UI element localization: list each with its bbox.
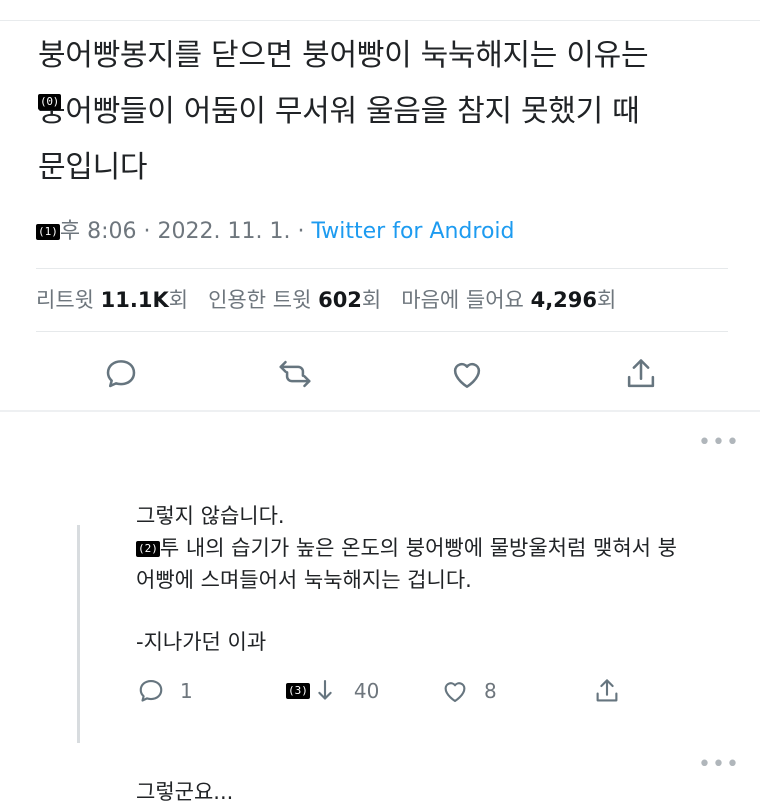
retweet-suffix: 회 [168,288,189,312]
reply-icon [106,360,136,388]
tweet-line: 붕어빵봉지를 닫으면 붕어빵이 눅눅해지는 이유는 [38,38,649,73]
reply-icon [139,679,163,702]
quote-suffix: 회 [361,288,382,312]
tweet-time: 후 8:06 [59,219,137,244]
tweet-line-text: 붕어빵들이 어둠이 무서워 울음을 참지 못했기 때 [38,94,640,129]
tweet-line: 문입니다 [38,150,148,185]
retweet-label: 리트윗 [36,288,94,312]
like-label: 마음에 들어요 [401,288,524,312]
reply-reply-button[interactable]: 1 [136,676,193,706]
quote-count: 602 [318,288,362,312]
tweet-stats: 리트윗 11.1K회 인용한 트윗 602회 마음에 들어요 4,296회 [36,284,616,314]
retweet-button[interactable] [276,355,314,393]
like-count: 8 [484,679,497,703]
section-divider [0,410,760,412]
share-icon [627,359,655,388]
tweet-date: 2022. 11. 1. [157,219,291,244]
meta-dot: · [143,219,158,244]
reply-line: (2)투 내의 습기가 높은 온도의 붕어빵에 물방울처럼 맺혀서 붕 [136,532,736,564]
tweet-line: (0) 붕어빵들이 어둠이 무서워 울음을 참지 못했기 때 [38,84,738,140]
retweet-count: 11.1K [100,288,169,312]
quotes-stat[interactable]: 인용한 트윗 602회 [208,288,381,312]
reply-count: 1 [180,679,193,703]
likes-stat[interactable]: 마음에 들어요 4,296회 [401,288,616,312]
reply-line: -지나가던 이과 [136,630,267,654]
like-button[interactable] [448,355,486,393]
like-suffix: 회 [597,288,617,312]
tweet-text: 붕어빵봉지를 닫으면 붕어빵이 눅눅해지는 이유는 (0) 붕어빵들이 어둠이 … [38,28,738,196]
like-icon [444,682,466,703]
meta-dot: · [297,219,312,244]
retweets-stat[interactable]: 리트윗 11.1K회 [36,288,188,312]
tweet-meta: (1)후 8:06 · 2022. 11. 1. · Twitter for A… [36,213,515,245]
retweet-icon [279,360,311,388]
reply-like-button[interactable]: 8 [440,676,497,706]
reply-text: 그렇지 않습니다. (2)투 내의 습기가 높은 온도의 붕어빵에 물방울처럼 … [136,500,736,658]
share-button[interactable] [622,355,660,393]
retweet-icon [318,679,332,700]
reply-button[interactable] [102,355,140,393]
reply-share-button[interactable] [592,676,622,706]
quote-label: 인용한 트윗 [208,288,312,312]
next-reply-text: 그렇군요... [136,780,234,804]
reply-retweet-button[interactable]: (3) 40 [286,676,379,706]
divider [36,268,728,269]
reply-line: 그렇지 않습니다. [136,504,285,528]
like-icon [453,362,481,388]
top-divider [0,20,760,21]
annotation-marker: (2) [136,541,160,557]
more-options-icon[interactable]: ••• [698,752,740,777]
more-options-icon[interactable]: ••• [698,430,740,455]
annotation-marker: (3) [286,683,310,699]
reply-spacer [136,596,736,626]
reply-line: 어빵에 스며들어서 눅눅해지는 겁니다. [136,568,472,592]
thread-line [77,525,80,743]
retweet-count: 40 [353,679,380,703]
source-link[interactable]: Twitter for Android [311,219,514,244]
annotation-marker: (0) [38,94,61,110]
divider [36,331,728,332]
like-count: 4,296 [530,288,598,312]
reply-line-text: 투 내의 습기가 높은 온도의 붕어빵에 물방울처럼 맺혀서 붕 [159,536,677,560]
share-icon [596,679,618,702]
annotation-marker: (1) [36,224,60,240]
